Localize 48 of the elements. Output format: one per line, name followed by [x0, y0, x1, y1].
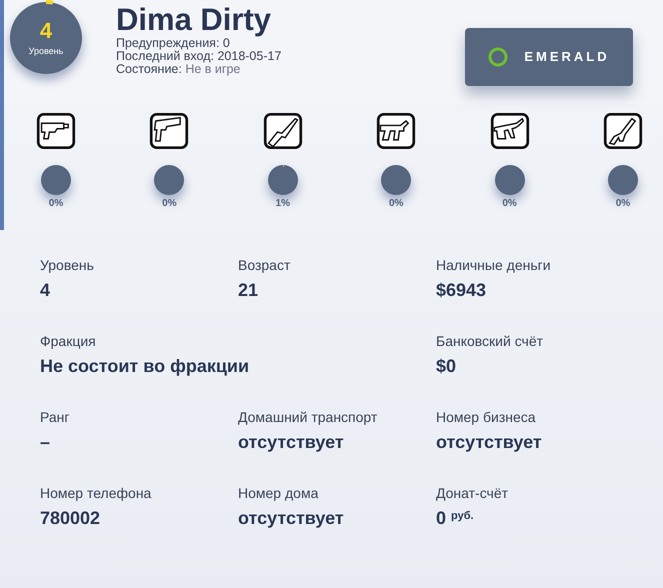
stat-label: Номер телефона — [40, 484, 152, 502]
skill-gauge — [380, 164, 412, 196]
stat-value: отсутствует — [436, 431, 543, 454]
stat-value: $6943 — [436, 279, 488, 302]
skill-gauge — [266, 164, 299, 196]
stat-label: Номер бизнеса — [436, 408, 537, 426]
stat-label: Ранг — [40, 408, 70, 426]
gun-icon — [490, 112, 530, 150]
stat-label: Уровень — [40, 256, 95, 274]
info-text: Последний вход: 2018-05-17 — [116, 50, 282, 63]
skill-gauge — [494, 164, 526, 196]
stat-value: 21 — [238, 279, 260, 302]
stat-label: Донат-счёт — [436, 484, 510, 502]
stat-value: – — [40, 431, 52, 454]
info-text: Предупреждения: 0 — [116, 37, 230, 50]
stat-label: Банковский счёт — [436, 332, 544, 350]
status-value: Не в игре — [185, 62, 240, 76]
stat-label: Возраст — [238, 256, 292, 274]
skill-gauge — [153, 164, 186, 196]
player-name: Dima Dirty — [116, 4, 272, 35]
level-number: 4 — [38, 20, 54, 42]
gun-icon — [376, 112, 416, 150]
stat-label: Домашний транспорт — [238, 408, 378, 426]
skill-percent: 1% — [276, 197, 290, 211]
skill-percent: 0% — [48, 197, 64, 211]
stat-value: $0 — [436, 355, 458, 378]
stat-label: Фракция — [40, 332, 97, 350]
skill-percent: 0% — [502, 197, 517, 211]
stat-value: 4 — [40, 279, 52, 302]
skill-percent: 0% — [616, 197, 630, 211]
stat-value: Не состоит во фракции — [40, 355, 250, 378]
gun-icon — [36, 112, 76, 150]
level-label: Уровень — [28, 47, 64, 56]
gun-icon — [262, 112, 303, 150]
stat-value: 0 $^{руб.}$ — [436, 507, 475, 530]
stat-label: Наличные деньги — [436, 256, 552, 274]
skill-gauge — [40, 164, 72, 196]
skill-gauge — [606, 164, 639, 196]
stat-value: 780002 — [40, 507, 102, 530]
skill-percent: 0% — [388, 197, 404, 211]
gun-icon — [602, 112, 643, 150]
gun-icon — [149, 112, 190, 150]
stat-value: отсутствует — [238, 507, 345, 530]
server-button[interactable]: EMERALD — [465, 28, 633, 86]
stat-value: отсутствует — [238, 431, 345, 454]
status-label: Состояние: — [116, 62, 182, 76]
skill-percent: 0% — [162, 197, 177, 211]
stat-label: Номер дома — [238, 484, 320, 502]
